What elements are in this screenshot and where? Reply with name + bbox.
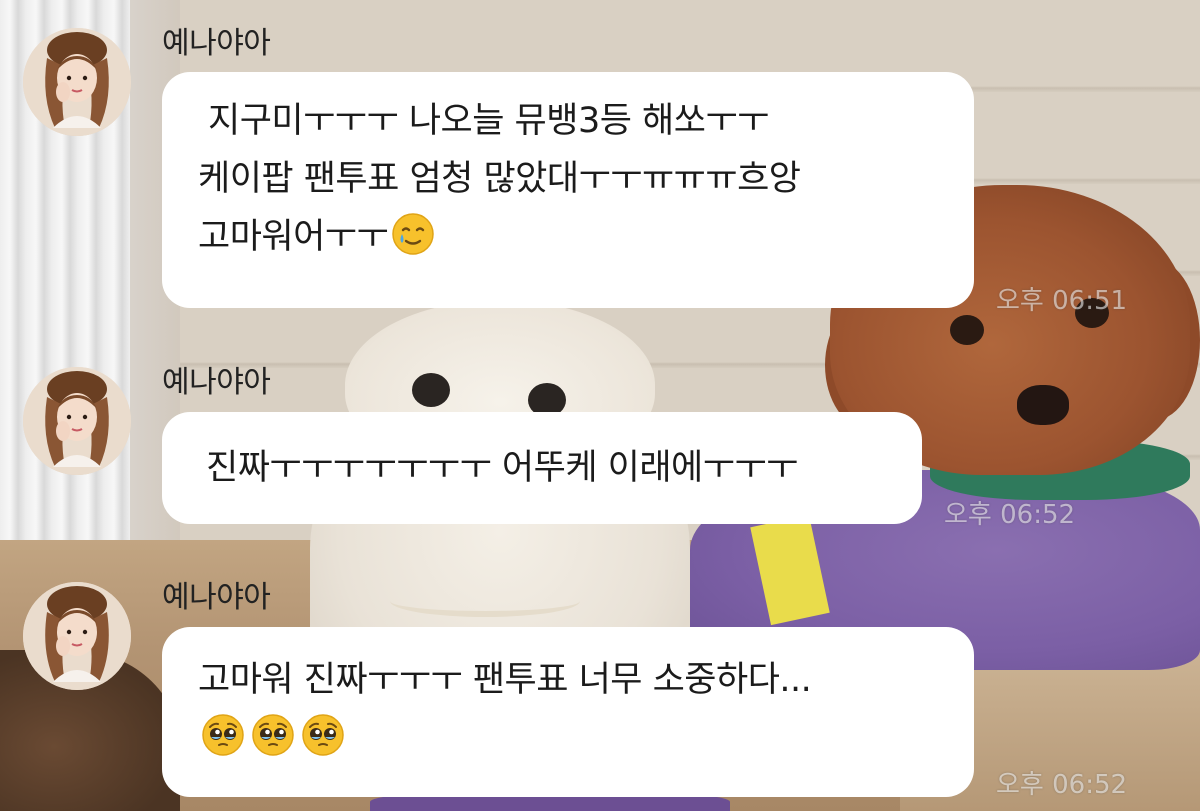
message-bubble[interactable]: 지구미ㅜㅜㅜ 나오늘 뮤뱅3등 해쏘ㅜㅜ 케이팝 팬투표 엄청 많았대ㅜㅜㅠㅠㅠ… (162, 72, 974, 308)
sender-name: 예나야아 (162, 365, 271, 400)
message-bubble[interactable]: 고마워 진짜ㅜㅜㅜ 팬투표 너무 소중하다... (162, 627, 974, 797)
message-text: 진짜ㅜㅜㅜㅜㅜㅜㅜ 어뚜케 이래에ㅜㅜㅜ (206, 448, 798, 488)
timestamp: 오후 06:52 (996, 770, 1128, 800)
chat-thread: 예나야아 지구미ㅜㅜㅜ 나오늘 뮤뱅3등 해쏘ㅜㅜ 케이팝 팬투표 엄청 많았대… (0, 0, 1200, 811)
pleading-face-icon (251, 713, 295, 757)
message-text: 고마워어ㅜㅜ (198, 217, 389, 257)
timestamp: 오후 06:51 (996, 286, 1128, 316)
message-text: 고마워 진짜ㅜㅜㅜ 팬투표 너무 소중하다... (198, 660, 812, 700)
message-text: 지구미ㅜㅜㅜ 나오늘 뮤뱅3등 해쏘ㅜㅜ (208, 101, 769, 141)
avatar[interactable] (23, 28, 131, 136)
avatar[interactable] (23, 582, 131, 690)
sender-name: 예나야아 (162, 26, 271, 61)
message-text: 케이팝 팬투표 엄청 많았대ㅜㅜㅠㅠㅠ흐앙 (198, 159, 801, 199)
avatar[interactable] (23, 367, 131, 475)
message-bubble[interactable]: 진짜ㅜㅜㅜㅜㅜㅜㅜ 어뚜케 이래에ㅜㅜㅜ (162, 412, 922, 524)
smiling-face-with-tear-icon (391, 212, 435, 256)
pleading-face-icon (301, 713, 345, 757)
sender-name: 예나야아 (162, 580, 271, 615)
timestamp: 오후 06:52 (944, 500, 1076, 530)
pleading-face-icon (201, 713, 245, 757)
